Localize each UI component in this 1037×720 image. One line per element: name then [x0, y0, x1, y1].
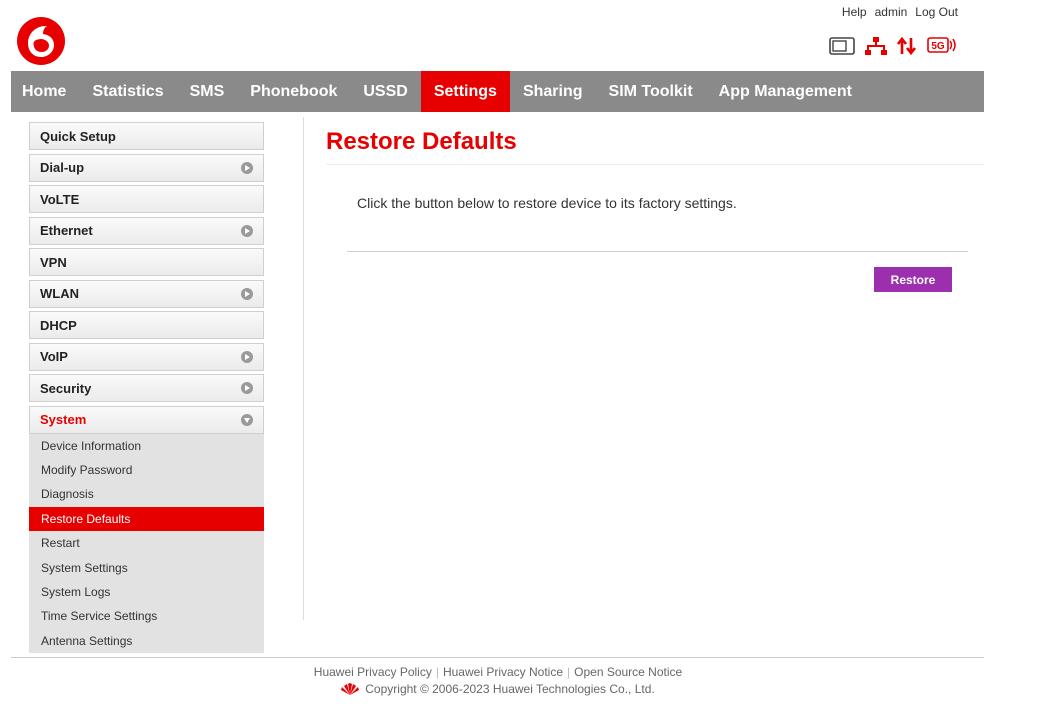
- sidebar-item-dial-up[interactable]: Dial-up: [29, 153, 264, 182]
- huawei-logo-icon: [341, 683, 360, 695]
- sidebar-item-label: System: [40, 412, 87, 427]
- submenu-diagnosis[interactable]: Diagnosis: [29, 482, 264, 506]
- top-links: Help admin Log Out: [842, 5, 958, 19]
- network-icon[interactable]: [865, 36, 887, 56]
- page-title: Restore Defaults: [326, 128, 517, 155]
- sidebar-item-vpn[interactable]: VPN: [29, 248, 264, 276]
- sidebar-item-label: DHCP: [40, 317, 77, 333]
- submenu-time-service-settings[interactable]: Time Service Settings: [29, 604, 264, 628]
- chevron-right-icon: [241, 350, 253, 363]
- settings-sidebar: Quick Setup Dial-up VoLTE Ethernet VPN W…: [29, 122, 264, 654]
- privacy-notice-link[interactable]: Huawei Privacy Notice: [443, 665, 563, 679]
- logout-link[interactable]: Log Out: [915, 5, 958, 19]
- sidebar-item-label: VoIP: [40, 349, 68, 364]
- submenu-modify-password[interactable]: Modify Password: [29, 458, 264, 482]
- sidebar-item-security[interactable]: Security: [29, 374, 264, 402]
- title-divider: [326, 164, 984, 165]
- footer-links: Huawei Privacy Policy | Huawei Privacy Not…: [313, 665, 683, 679]
- restore-button[interactable]: Restore: [874, 267, 952, 292]
- data-arrows-icon[interactable]: [897, 36, 917, 56]
- footer: Huawei Privacy Policy | Huawei Privacy Not…: [0, 664, 996, 701]
- user-link[interactable]: admin: [875, 5, 908, 19]
- copyright: Copyright © 2006-2023 Huawei Technologie…: [341, 681, 655, 698]
- vertical-divider: [303, 117, 304, 620]
- chevron-right-icon: [241, 224, 253, 237]
- sidebar-item-label: Security: [40, 380, 92, 396]
- main-content: Restore Defaults Click the button below …: [326, 128, 984, 292]
- copyright-text: Copyright © 2006-2023 Huawei Technologie…: [365, 682, 655, 696]
- sidebar-item-volte[interactable]: VoLTE: [29, 185, 264, 213]
- nav-app-management[interactable]: App Management: [706, 71, 865, 112]
- nav-settings[interactable]: Settings: [420, 71, 510, 112]
- restore-description: Click the button below to restore device…: [357, 195, 737, 211]
- window-icon[interactable]: [829, 36, 855, 56]
- submenu-restore-defaults[interactable]: Restore Defaults: [29, 506, 264, 532]
- sidebar-item-label: WLAN: [40, 286, 79, 301]
- sidebar-item-ethernet[interactable]: Ethernet: [29, 216, 264, 245]
- nav-phonebook[interactable]: Phonebook: [237, 71, 350, 112]
- status-icons: 5G: [829, 36, 957, 56]
- submenu-device-information[interactable]: Device Information: [29, 434, 264, 458]
- chevron-right-icon: [241, 382, 253, 394]
- nav-home[interactable]: Home: [11, 71, 79, 112]
- sidebar-item-label: VoLTE: [40, 191, 80, 207]
- chevron-down-icon: [241, 413, 253, 426]
- sidebar-item-dhcp[interactable]: DHCP: [29, 311, 264, 339]
- content-divider: [347, 251, 968, 252]
- footer-divider: [11, 657, 984, 658]
- sidebar-item-label: Dial-up: [40, 160, 85, 175]
- nav-statistics[interactable]: Statistics: [79, 71, 176, 112]
- 5g-signal-icon[interactable]: 5G: [927, 36, 957, 56]
- chevron-right-icon: [241, 161, 253, 174]
- submenu-antenna-settings[interactable]: Antenna Settings: [29, 629, 264, 653]
- privacy-policy-link[interactable]: Huawei Privacy Policy: [314, 665, 432, 679]
- sidebar-item-quick-setup[interactable]: Quick Setup: [29, 122, 264, 150]
- sidebar-item-voip[interactable]: VoIP: [29, 342, 264, 371]
- sidebar-item-system[interactable]: System: [29, 405, 264, 434]
- 5g-label: 5G: [931, 41, 945, 52]
- chevron-right-icon: [241, 287, 253, 300]
- nav-sms[interactable]: SMS: [177, 71, 238, 112]
- nav-sim-toolkit[interactable]: SIM Toolkit: [596, 71, 706, 112]
- vodafone-logo: [17, 17, 65, 65]
- sidebar-item-wlan[interactable]: WLAN: [29, 279, 264, 308]
- system-submenu: Device Information Modify Password Diagn…: [29, 433, 264, 654]
- sidebar-item-label: Ethernet: [40, 223, 93, 238]
- nav-sharing[interactable]: Sharing: [510, 71, 596, 112]
- submenu-system-settings[interactable]: System Settings: [29, 555, 264, 579]
- sidebar-item-label: VPN: [40, 254, 67, 270]
- submenu-restart[interactable]: Restart: [29, 531, 264, 555]
- sidebar-item-label: Quick Setup: [40, 128, 116, 144]
- help-link[interactable]: Help: [842, 5, 867, 19]
- submenu-system-logs[interactable]: System Logs: [29, 580, 264, 604]
- open-source-notice-link[interactable]: Open Source Notice: [574, 665, 682, 679]
- nav-ussd[interactable]: USSD: [350, 71, 420, 112]
- main-nav: Home Statistics SMS Phonebook USSD Setti…: [11, 71, 984, 112]
